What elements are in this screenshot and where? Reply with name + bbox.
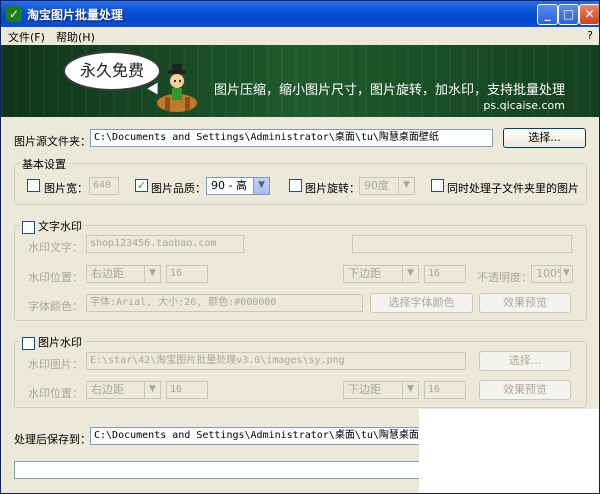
output-folder-label: 处理后保存到： xyxy=(14,433,91,446)
app-window: ✓ 淘宝图片批量处理 _ □ ✕ 文件(F) 帮助(H) ? 永久免费 图片压缩… xyxy=(0,0,600,494)
quality-select[interactable]: 90 - 高 ▼ xyxy=(206,177,270,195)
rotate-value: 90度 xyxy=(364,179,389,192)
opacity-label: 不透明度： xyxy=(477,271,532,284)
watermark-image-input[interactable]: E:\star\42\淘宝图片批量处理v3.0\images\sy.png xyxy=(86,352,466,370)
text-preview-button[interactable]: 效果预览 xyxy=(479,293,571,313)
output-folder-input[interactable]: C:\Documents and Settings\Administrator\… xyxy=(90,427,430,445)
menu-help[interactable]: 帮助(H) xyxy=(56,29,95,45)
rotate-select[interactable]: 90度 ▼ xyxy=(359,177,415,195)
close-button[interactable]: ✕ xyxy=(579,4,599,25)
text-h-align-value: 右边距 xyxy=(91,267,124,280)
quality-checkbox[interactable]: ✓ xyxy=(135,179,148,192)
image-choose-button[interactable]: 选择... xyxy=(479,351,571,371)
chevron-down-icon[interactable]: ▼ xyxy=(253,178,269,194)
image-h-align-select[interactable]: 右边距 ▼ xyxy=(86,381,161,399)
choose-font-color-button[interactable]: 选择字体颜色 xyxy=(370,293,473,313)
image-v-align-select[interactable]: 下边距 ▼ xyxy=(343,381,419,399)
app-icon: ✓ xyxy=(6,6,22,22)
chevron-down-icon[interactable]: ▼ xyxy=(402,266,418,282)
watermark-text-input[interactable]: shop123456.taobao.com xyxy=(86,235,244,253)
window-title: 淘宝图片批量处理 xyxy=(27,8,124,22)
free-bubble: 永久免费 xyxy=(63,51,161,91)
help-question-icon[interactable]: ? xyxy=(587,29,593,42)
watermark-text-extra-input[interactable] xyxy=(352,235,572,253)
image-h-offset-input[interactable]: 16 xyxy=(166,381,208,399)
width-label: 图片宽： xyxy=(44,182,88,195)
subfolder-label: 同时处理子文件夹里的图片 xyxy=(447,182,579,195)
basic-settings-legend: 基本设置 xyxy=(20,156,68,172)
image-watermark-legend-wrap: 图片水印 xyxy=(20,334,84,350)
text-watermark-legend-wrap: 文字水印 xyxy=(20,218,84,234)
image-h-align-value: 右边距 xyxy=(91,383,124,396)
text-h-offset-input[interactable]: 16 xyxy=(166,265,208,283)
chevron-down-icon[interactable]: ▼ xyxy=(560,266,572,282)
maximize-button[interactable]: □ xyxy=(558,4,579,25)
text-position-label: 水印位置： xyxy=(28,271,83,284)
banner-url[interactable]: ps.qicaise.com xyxy=(483,99,565,112)
minimize-button[interactable]: _ xyxy=(537,4,558,25)
text-watermark-legend: 文字水印 xyxy=(38,220,82,233)
menu-bar: 文件(F) 帮助(H) ? xyxy=(1,27,599,45)
image-position-label: 水印位置： xyxy=(28,387,83,400)
blank-overlay xyxy=(419,409,599,493)
text-h-align-select[interactable]: 右边距 ▼ xyxy=(86,265,161,283)
quality-label: 图片品质： xyxy=(151,182,206,195)
text-v-align-value: 下边距 xyxy=(348,267,381,280)
chevron-down-icon[interactable]: ▼ xyxy=(144,266,160,282)
font-color-label: 字体颜色： xyxy=(28,300,83,313)
menu-file[interactable]: 文件(F) xyxy=(8,29,45,45)
watermark-image-label: 水印图片： xyxy=(28,358,83,371)
quality-value: 90 - 高 xyxy=(211,179,247,192)
width-input[interactable]: 640 xyxy=(89,177,119,195)
chevron-down-icon[interactable]: ▼ xyxy=(398,178,414,194)
image-v-offset-input[interactable]: 16 xyxy=(424,381,466,399)
image-watermark-checkbox[interactable] xyxy=(22,336,35,350)
source-folder-input[interactable]: C:\Documents and Settings\Administrator\… xyxy=(90,129,493,147)
quality-check-mark: ✓ xyxy=(136,179,147,192)
watermark-text-label: 水印文字： xyxy=(28,241,83,254)
rotate-label: 图片旋转： xyxy=(305,182,360,195)
text-v-align-select[interactable]: 下边距 ▼ xyxy=(343,265,419,283)
source-folder-label: 图片源文件夹： xyxy=(14,135,91,148)
title-bar[interactable]: ✓ 淘宝图片批量处理 _ □ ✕ xyxy=(1,1,599,27)
width-checkbox[interactable] xyxy=(27,179,40,192)
source-choose-button[interactable]: 选择... xyxy=(503,128,586,148)
font-color-input[interactable]: 字体:Arial, 大小:26, 颜色:#000000 xyxy=(86,294,363,312)
image-v-align-value: 下边距 xyxy=(348,383,381,396)
text-watermark-checkbox[interactable] xyxy=(22,220,35,234)
banner-tagline: 图片压缩，缩小图片尺寸，图片旋转，加水印，支持批量处理 xyxy=(213,83,565,98)
text-v-offset-input[interactable]: 16 xyxy=(424,265,466,283)
image-preview-button[interactable]: 效果预览 xyxy=(479,380,571,400)
opacity-select[interactable]: 100% ▼ xyxy=(531,265,573,283)
chevron-down-icon[interactable]: ▼ xyxy=(144,382,160,398)
subfolder-checkbox[interactable] xyxy=(431,179,444,192)
image-watermark-legend: 图片水印 xyxy=(38,336,82,349)
chevron-down-icon[interactable]: ▼ xyxy=(402,382,418,398)
rotate-checkbox[interactable] xyxy=(289,179,302,192)
